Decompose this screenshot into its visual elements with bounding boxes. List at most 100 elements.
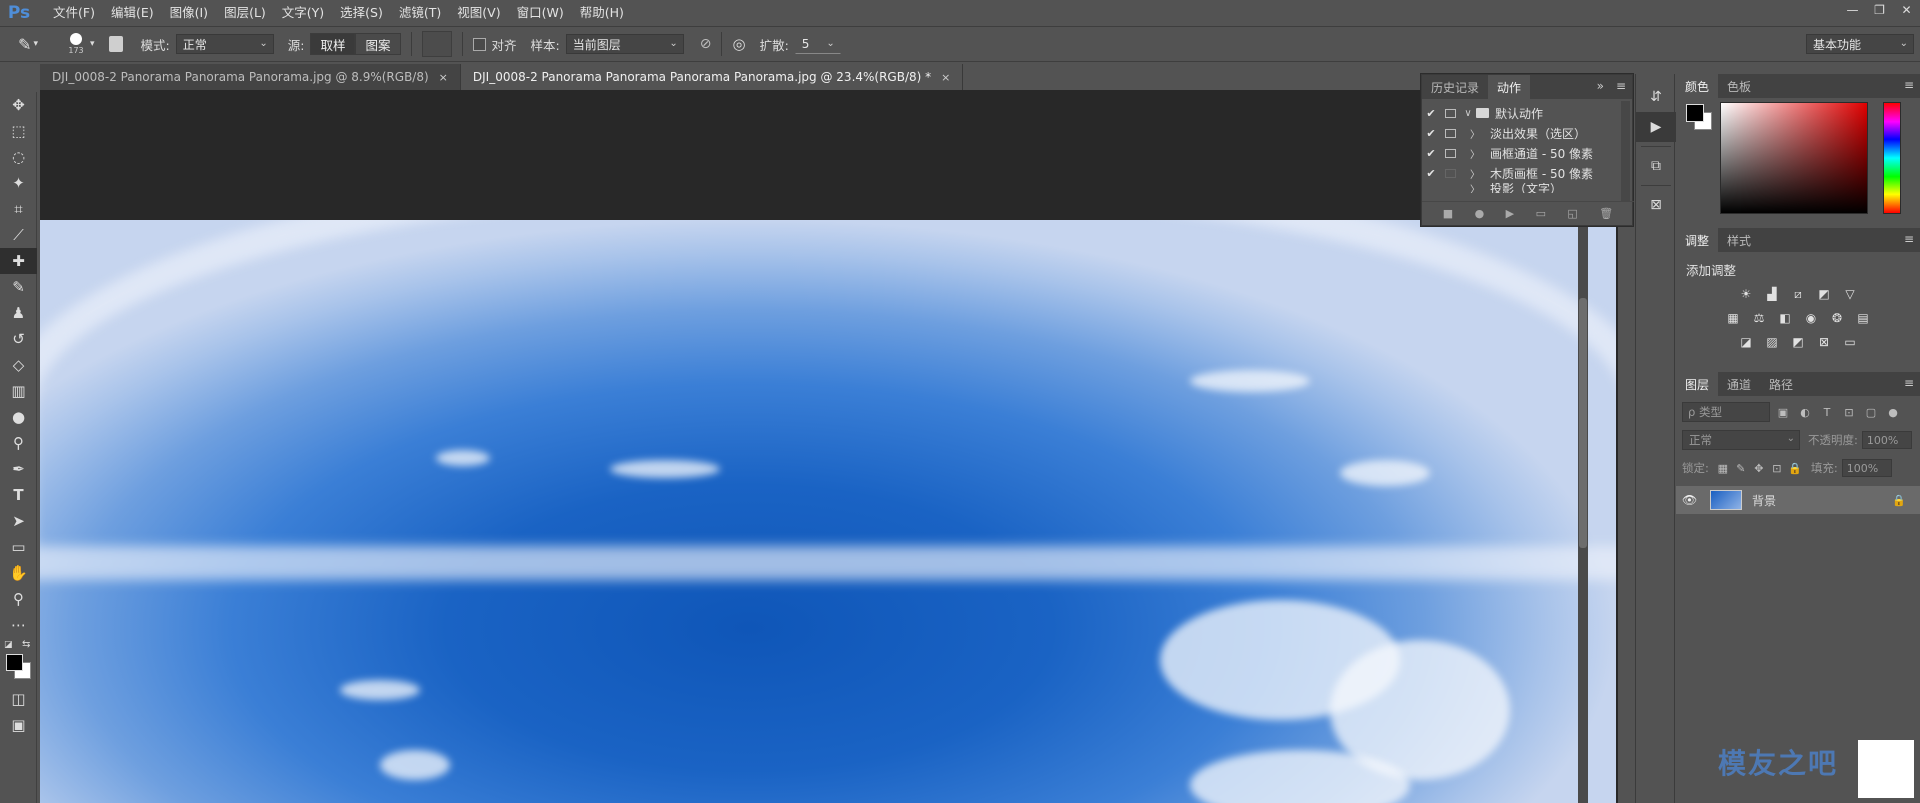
pressure-size-icon[interactable]: ◎ xyxy=(732,35,745,53)
diffusion-field[interactable]: 5 ⌄ xyxy=(794,34,841,54)
foreground-color-swatch[interactable] xyxy=(6,654,23,671)
dialog-toggle[interactable] xyxy=(1440,148,1460,158)
pen-tool-icon[interactable]: ✒ xyxy=(0,456,37,482)
magic-wand-tool-icon[interactable]: ✦ xyxy=(0,170,37,196)
expand-chevron-icon[interactable]: 〉 xyxy=(1460,166,1490,181)
tab-styles[interactable]: 样式 xyxy=(1718,228,1760,252)
layer-filter-select[interactable]: ρ 类型 xyxy=(1682,402,1770,422)
menu-file[interactable]: 文件(F) xyxy=(45,0,103,26)
channel-mixer-icon[interactable]: ❂ xyxy=(1827,309,1847,327)
action-row[interactable]: 〉 投影（文字） xyxy=(1422,183,1632,193)
gradient-tool-icon[interactable]: ▥ xyxy=(0,378,37,404)
adjustment-filter-icon[interactable]: ◐ xyxy=(1796,403,1814,421)
opacity-field[interactable]: 100% xyxy=(1861,431,1912,449)
menu-layer[interactable]: 图层(L) xyxy=(216,0,274,26)
action-set-row[interactable]: ✔ ∨ 默认动作 xyxy=(1422,103,1632,123)
marquee-tool-icon[interactable]: ⬚ xyxy=(0,118,37,144)
tab-adjustments[interactable]: 调整 xyxy=(1676,228,1719,252)
restore-button[interactable]: ❐ xyxy=(1866,0,1893,20)
tab-layers[interactable]: 图层 xyxy=(1676,372,1719,396)
eye-icon[interactable]: 👁 xyxy=(1682,493,1698,507)
blur-tool-icon[interactable]: ● xyxy=(0,404,37,430)
screen-mode-icon[interactable]: ▣ xyxy=(0,712,37,738)
ignore-adjustment-layers-icon[interactable]: ⊘ xyxy=(700,36,712,52)
canvas-area[interactable] xyxy=(40,90,1618,803)
source-pattern-button[interactable]: 图案 xyxy=(355,33,401,55)
toggle-check-icon[interactable]: ✔ xyxy=(1422,107,1440,120)
type-tool-icon[interactable]: T xyxy=(0,482,37,508)
history-panel-icon[interactable]: ⇵ xyxy=(1636,82,1676,112)
expand-chevron-icon[interactable]: 〉 xyxy=(1460,183,1490,194)
menu-filter[interactable]: 滤镜(T) xyxy=(391,0,449,26)
toggle-check-icon[interactable]: ✔ xyxy=(1422,127,1440,140)
chevron-down-icon[interactable]: ▾ xyxy=(90,39,95,49)
close-window-button[interactable]: ✕ xyxy=(1893,0,1920,20)
close-icon[interactable]: × xyxy=(439,71,448,84)
quick-mask-icon[interactable]: ◫ xyxy=(0,686,37,712)
lock-position-icon[interactable]: ✥ xyxy=(1751,460,1767,476)
vibrance-icon[interactable]: ▽ xyxy=(1840,285,1860,303)
posterize-icon[interactable]: ▨ xyxy=(1762,333,1782,351)
hand-tool-icon[interactable]: ✋ xyxy=(0,560,37,586)
curves-icon[interactable]: ⧄ xyxy=(1788,285,1808,303)
path-selection-tool-icon[interactable]: ➤ xyxy=(0,508,37,534)
toggle-check-icon[interactable]: ✔ xyxy=(1422,167,1440,180)
expand-chevron-icon[interactable]: 〉 xyxy=(1460,126,1490,141)
color-balance-icon[interactable]: ⚖ xyxy=(1749,309,1769,327)
tab-swatches[interactable]: 色板 xyxy=(1718,74,1760,98)
type-filter-icon[interactable]: T xyxy=(1818,403,1836,421)
sample-select[interactable]: 当前图层 ⌄ xyxy=(565,34,684,54)
gradient-map-icon[interactable]: ▭ xyxy=(1840,333,1860,351)
color-picker-field[interactable] xyxy=(1720,102,1868,214)
color-lookup-icon[interactable]: ▤ xyxy=(1853,309,1873,327)
pattern-picker[interactable] xyxy=(421,31,452,57)
mode-select[interactable]: 正常 ⌄ xyxy=(175,34,274,54)
rectangle-tool-icon[interactable]: ▭ xyxy=(0,534,37,560)
tab-actions[interactable]: 动作 xyxy=(1488,75,1531,99)
default-colors-icon[interactable]: ◪ xyxy=(4,640,13,650)
action-row[interactable]: ✔ 〉 画框通道 - 50 像素 xyxy=(1422,143,1632,163)
blend-mode-select[interactable]: 正常 ⌄ xyxy=(1682,430,1800,450)
exposure-icon[interactable]: ◩ xyxy=(1814,285,1834,303)
expand-chevron-icon[interactable]: ∨ xyxy=(1460,108,1476,119)
dialog-toggle[interactable] xyxy=(1440,128,1460,138)
action-row[interactable]: ✔ 〉 木质画框 - 50 像素 xyxy=(1422,163,1632,183)
menu-window[interactable]: 窗口(W) xyxy=(509,0,572,26)
layer-row[interactable]: 👁 背景 🔒 xyxy=(1676,486,1920,514)
more-tools-icon[interactable]: ⋯ xyxy=(0,612,37,638)
collapse-panel-icon[interactable]: » xyxy=(1597,79,1604,93)
brightness-icon[interactable]: ☀ xyxy=(1736,285,1756,303)
tool-preset-picker[interactable]: ✎ ▾ xyxy=(10,35,46,54)
invert-icon[interactable]: ◪ xyxy=(1736,333,1756,351)
panel-menu-icon[interactable]: ≡ xyxy=(1904,376,1914,390)
lock-all-icon[interactable]: 🔒 xyxy=(1787,460,1803,476)
aligned-checkbox[interactable] xyxy=(472,37,486,51)
photo-filter-icon[interactable]: ◉ xyxy=(1801,309,1821,327)
source-sampled-button[interactable]: 取样 xyxy=(310,33,356,55)
clone-stamp-tool-icon[interactable]: ♟ xyxy=(0,300,37,326)
workspace-select[interactable]: 基本功能 ⌄ xyxy=(1806,34,1914,54)
dialog-toggle[interactable] xyxy=(1440,168,1460,178)
hue-saturation-icon[interactable]: ▦ xyxy=(1723,309,1743,327)
lasso-tool-icon[interactable]: ◌ xyxy=(0,144,37,170)
menu-select[interactable]: 选择(S) xyxy=(332,0,391,26)
menu-image[interactable]: 图像(I) xyxy=(162,0,216,26)
tab-history[interactable]: 历史记录 xyxy=(1422,75,1488,99)
scrollbar-thumb[interactable] xyxy=(1579,298,1587,548)
actions-scrollbar[interactable] xyxy=(1621,101,1630,201)
lock-artboard-icon[interactable]: ⊡ xyxy=(1769,460,1785,476)
selective-color-icon[interactable]: ⊠ xyxy=(1814,333,1834,351)
black-white-icon[interactable]: ◧ xyxy=(1775,309,1795,327)
properties-panel-icon[interactable]: ⊠ xyxy=(1636,190,1676,220)
shape-filter-icon[interactable]: ⊡ xyxy=(1840,403,1858,421)
play-icon[interactable]: ▶ xyxy=(1506,207,1514,220)
eyedropper-tool-icon[interactable]: ⟋ xyxy=(0,222,37,248)
foreground-color-swatch[interactable] xyxy=(1686,104,1704,122)
menu-type[interactable]: 文字(Y) xyxy=(274,0,332,26)
toggle-check-icon[interactable]: ✔ xyxy=(1422,147,1440,160)
new-set-icon[interactable]: ▭ xyxy=(1536,207,1546,220)
filter-toggle-icon[interactable]: ● xyxy=(1884,403,1902,421)
fill-field[interactable]: 100% xyxy=(1841,459,1892,477)
menu-edit[interactable]: 编辑(E) xyxy=(103,0,162,26)
document-tab-active[interactable]: DJI_0008-2 Panorama Panorama Panorama Pa… xyxy=(460,64,964,90)
